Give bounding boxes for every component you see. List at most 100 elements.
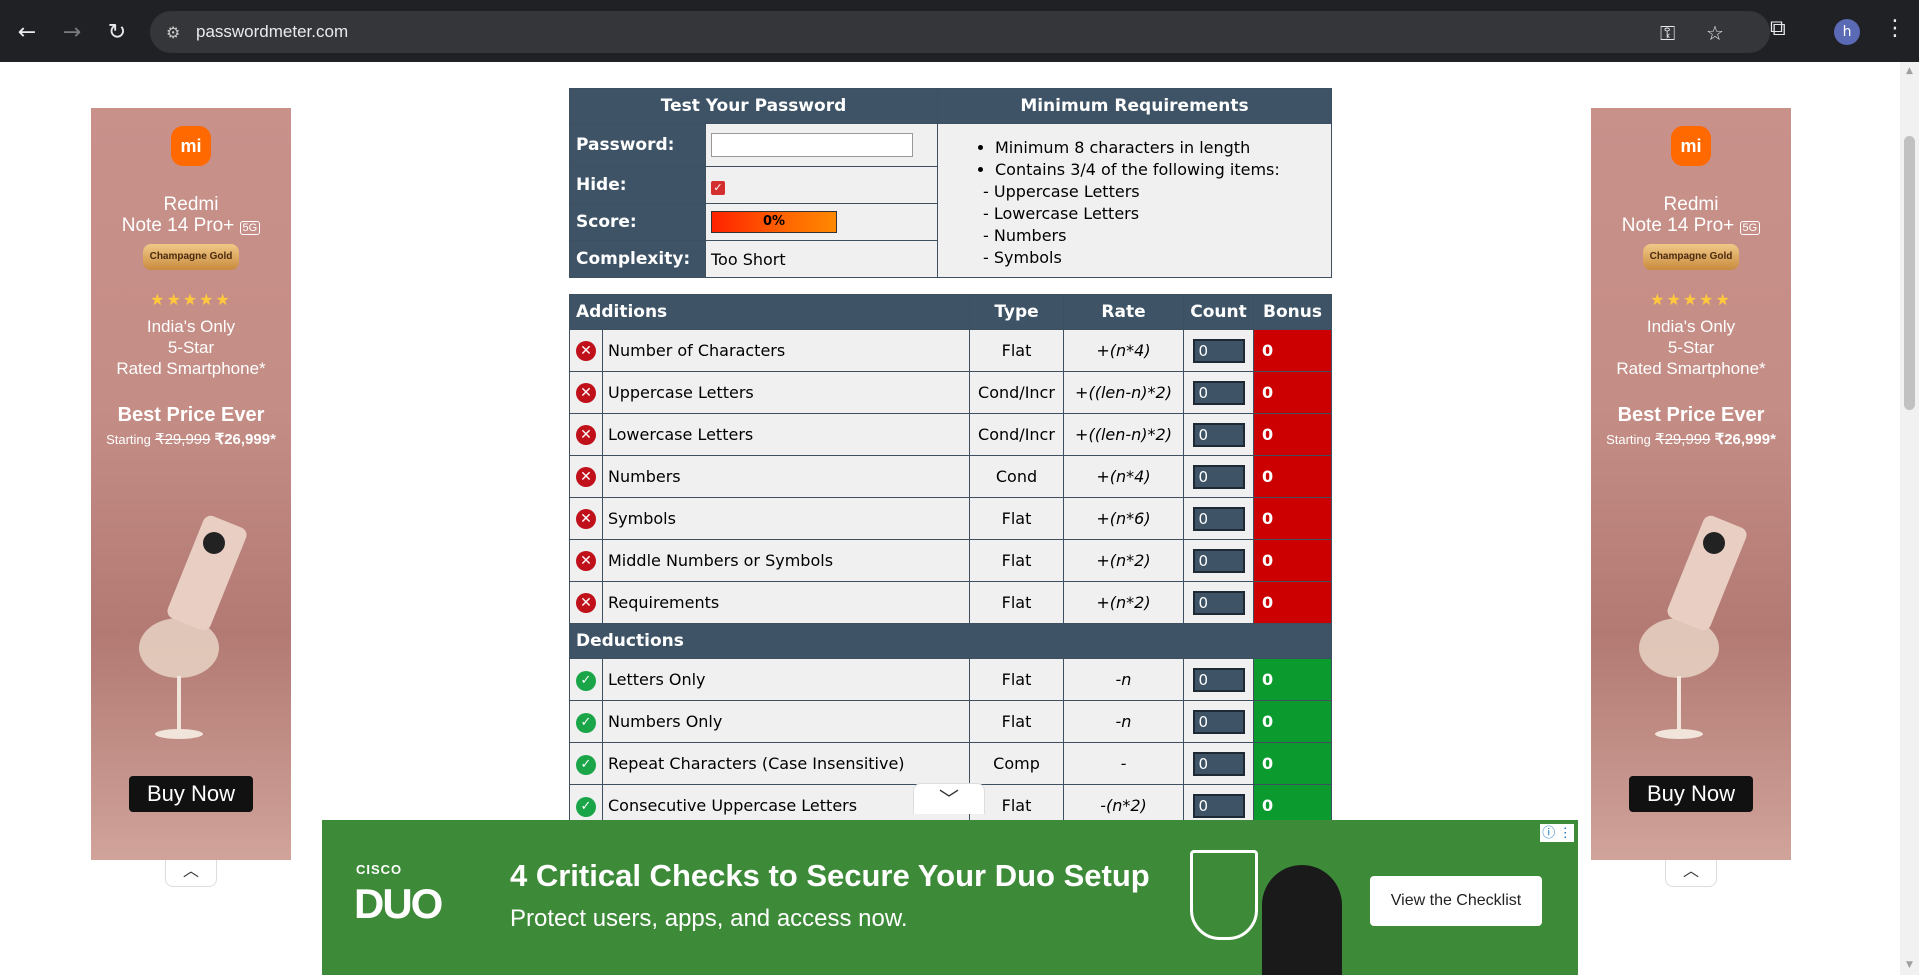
- bonus-value: 0: [1253, 539, 1332, 582]
- bonus-value: 0: [1253, 581, 1332, 624]
- bottom-ad-collapse-button[interactable]: ﹀: [913, 783, 985, 814]
- ad-starting-price: Starting ₹29,999 ₹26,999*: [1606, 431, 1776, 448]
- browser-toolbar: ← → ↻ ⚙ passwordmeter.com ⚿ ☆ ⧉ h ⋮: [0, 0, 1919, 62]
- score-label: Score:: [569, 203, 706, 241]
- scroll-down-icon[interactable]: ▼: [1904, 960, 1915, 970]
- hide-label: Hide:: [569, 166, 706, 204]
- ad-rating-stars: ★★★★★: [150, 292, 232, 309]
- scroll-up-icon[interactable]: ▲: [1904, 66, 1915, 76]
- count-field[interactable]: 0: [1192, 710, 1245, 734]
- back-arrow-icon[interactable]: ←: [9, 14, 45, 50]
- fail-x-icon: ✕: [576, 383, 596, 403]
- criteria-name: Numbers Only: [602, 700, 970, 743]
- count-field[interactable]: 0: [1192, 549, 1245, 573]
- count-value: 0: [1196, 385, 1241, 401]
- buy-now-button[interactable]: Buy Now: [129, 776, 253, 812]
- bonus-value: 0: [1253, 413, 1332, 456]
- site-info-icon[interactable]: ⚙: [166, 23, 180, 42]
- criteria-name: Middle Numbers or Symbols: [602, 539, 970, 582]
- complexity-label: Complexity:: [569, 240, 706, 278]
- ad-claim: India's Only 5-Star Rated Smartphone*: [1616, 317, 1766, 378]
- requirement-subitem: - Numbers: [983, 226, 1067, 245]
- chevron-down-icon: ﹀: [939, 787, 959, 811]
- fail-x-icon: ✕: [576, 593, 596, 613]
- additions-header: Additions: [569, 294, 970, 330]
- requirement-subitem: - Lowercase Letters: [983, 204, 1140, 223]
- count-field[interactable]: 0: [1192, 794, 1245, 818]
- count-value: 0: [1196, 469, 1241, 485]
- fail-x-icon: ✕: [576, 341, 596, 361]
- bonus-value: 0: [1253, 658, 1332, 701]
- bonus-value: 0: [1253, 329, 1332, 372]
- bookmark-star-icon[interactable]: ☆: [1706, 21, 1724, 45]
- score-bar: 0%: [711, 211, 837, 233]
- deductions-header: Deductions: [569, 623, 1332, 659]
- right-ad-collapse-button[interactable]: ︿: [1665, 860, 1717, 887]
- score-row: ✕ Numbers Cond +(n*4) 0 0: [569, 455, 1332, 498]
- requirements-list: Minimum 8 characters in length Contains …: [937, 123, 1332, 278]
- bottom-banner-ad[interactable]: ⓘ ⋮ CISCO DUO 4 Critical Checks to Secur…: [322, 820, 1578, 975]
- count-value: 0: [1196, 427, 1241, 443]
- scrollbar-thumb[interactable]: [1904, 136, 1915, 410]
- count-value: 0: [1196, 672, 1241, 688]
- score-row: ✕ Middle Numbers or Symbols Flat +(n*2) 0 0: [569, 539, 1332, 582]
- reload-icon[interactable]: ↻: [99, 14, 135, 50]
- criteria-rate: +(n*2): [1063, 581, 1184, 624]
- mi-logo: mi: [171, 126, 211, 166]
- extensions-icon[interactable]: ⧉: [1770, 16, 1786, 41]
- forward-arrow-icon[interactable]: →: [54, 14, 90, 50]
- criteria-rate: +(n*6): [1063, 497, 1184, 540]
- left-side-ad[interactable]: mi Redmi Note 14 Pro+ 5G Champagne Gold …: [91, 108, 291, 860]
- ad-headline: 4 Critical Checks to Secure Your Duo Set…: [510, 858, 1150, 893]
- page-scrollbar[interactable]: ▲ ▼: [1900, 62, 1919, 975]
- count-field[interactable]: 0: [1192, 752, 1245, 776]
- criteria-name: Number of Characters: [602, 329, 970, 372]
- criteria-rate: -n: [1063, 658, 1184, 701]
- right-side-ad[interactable]: mi Redmi Note 14 Pro+ 5G Champagne Gold …: [1591, 108, 1791, 860]
- bonus-value: 0: [1253, 742, 1332, 785]
- criteria-type: Cond/Incr: [969, 371, 1064, 414]
- count-field[interactable]: 0: [1192, 591, 1245, 615]
- count-value: 0: [1196, 595, 1241, 611]
- score-row: ✕ Lowercase Letters Cond/Incr +((len-n)*2) 0…: [569, 413, 1332, 456]
- count-value: 0: [1196, 756, 1241, 772]
- fail-x-icon: ✕: [576, 551, 596, 571]
- password-input[interactable]: [711, 133, 913, 157]
- count-field[interactable]: 0: [1192, 465, 1245, 489]
- url-text[interactable]: passwordmeter.com: [196, 22, 348, 42]
- criteria-name: Requirements: [602, 581, 970, 624]
- criteria-name: Letters Only: [602, 658, 970, 701]
- requirement-item: Contains 3/4 of the following items:: [995, 159, 1330, 181]
- criteria-type: Cond: [969, 455, 1064, 498]
- count-field[interactable]: 0: [1192, 381, 1245, 405]
- chevron-up-icon: ︿: [182, 861, 199, 880]
- type-header: Type: [969, 294, 1064, 330]
- ad-choices-icon[interactable]: ⓘ ⋮: [1540, 824, 1574, 842]
- score-row: ✕ Number of Characters Flat +(n*4) 0 0: [569, 329, 1332, 372]
- criteria-type: Cond/Incr: [969, 413, 1064, 456]
- count-field[interactable]: 0: [1192, 668, 1245, 692]
- profile-avatar[interactable]: h: [1834, 19, 1860, 45]
- complexity-value: Too Short: [705, 240, 938, 278]
- buy-now-button[interactable]: Buy Now: [1629, 776, 1753, 812]
- criteria-type: Flat: [969, 539, 1064, 582]
- left-ad-collapse-button[interactable]: ︿: [165, 860, 217, 887]
- criteria-type: Flat: [969, 581, 1064, 624]
- fail-x-icon: ✕: [576, 425, 596, 445]
- count-field[interactable]: 0: [1192, 507, 1245, 531]
- password-key-icon[interactable]: ⚿: [1660, 21, 1675, 45]
- score-row: ✕ Symbols Flat +(n*6) 0 0: [569, 497, 1332, 540]
- min-requirements-header: Minimum Requirements: [937, 88, 1332, 124]
- address-bar[interactable]: ⚙ passwordmeter.com ⚿ ☆: [150, 11, 1770, 53]
- view-checklist-button[interactable]: View the Checklist: [1370, 876, 1542, 926]
- count-field[interactable]: 0: [1192, 339, 1245, 363]
- ad-model-name: Redmi Note 14 Pro+ 5G: [91, 194, 291, 239]
- count-header: Count: [1183, 294, 1254, 330]
- hide-checkbox[interactable]: ✓: [711, 180, 725, 195]
- count-field[interactable]: 0: [1192, 423, 1245, 447]
- pass-check-icon: ✓: [576, 670, 596, 691]
- ad-color-badge: Champagne Gold: [1643, 244, 1739, 270]
- menu-kebab-icon[interactable]: ⋮: [1884, 16, 1906, 41]
- mi-logo: mi: [1671, 126, 1711, 166]
- scoring-table: Additions Type Rate Count Bonus ✕ Number …: [569, 294, 1332, 827]
